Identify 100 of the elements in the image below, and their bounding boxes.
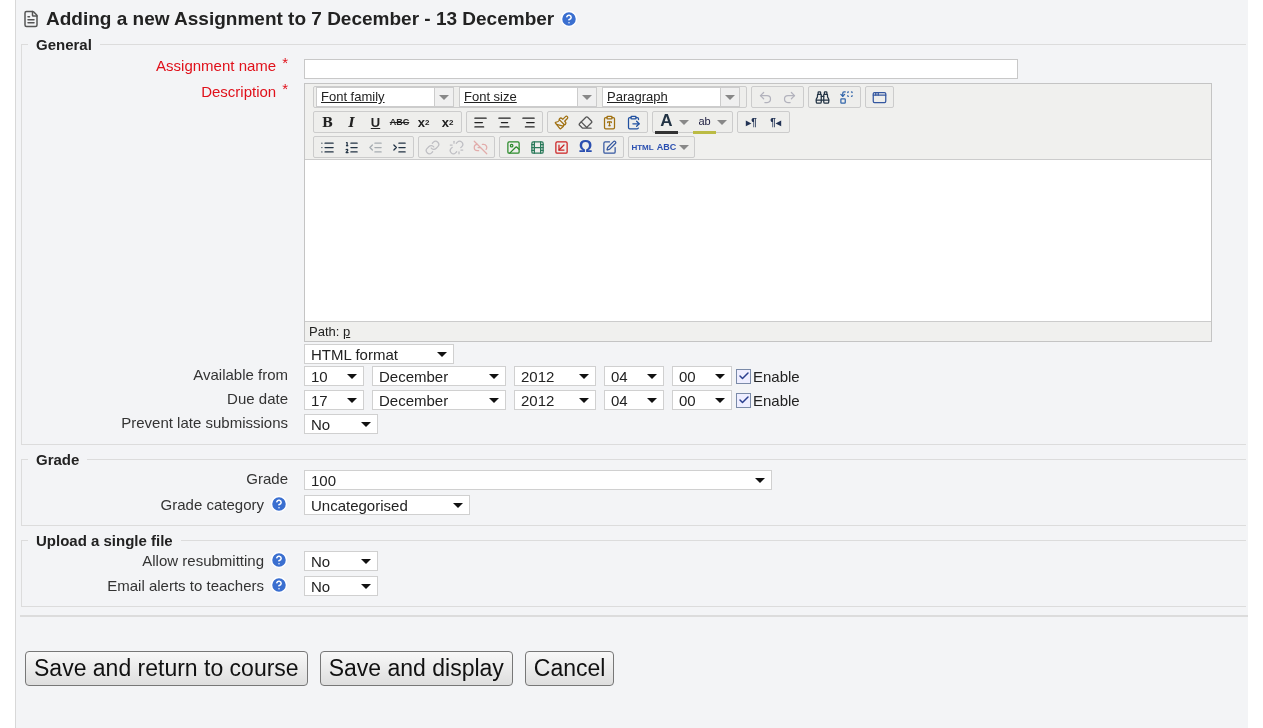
image-icon	[506, 139, 521, 155]
field-label: Prevent late submissions	[121, 414, 288, 431]
unlink-icon	[449, 139, 464, 155]
bold-button[interactable]: B	[316, 112, 339, 132]
spellcheck-button[interactable]: ABC	[655, 137, 678, 157]
caret-icon	[489, 373, 499, 379]
italic-button[interactable]: I	[340, 112, 363, 132]
eraser-icon	[578, 114, 593, 130]
caret-icon	[579, 373, 589, 379]
form-button[interactable]: Save and return to course	[25, 651, 308, 686]
caret-icon[interactable]	[717, 119, 727, 125]
bullet-list-icon	[320, 139, 335, 155]
redo-icon	[782, 89, 797, 105]
field-label: Assignment name	[156, 57, 277, 74]
clipboard-icon	[626, 114, 641, 130]
indent-icon	[392, 139, 407, 155]
checkbox-label: Enable	[753, 367, 800, 385]
input-field[interactable]	[304, 59, 1018, 79]
window-icon	[872, 89, 887, 105]
option-select[interactable]: No	[304, 551, 378, 571]
direction-button[interactable]: ¶◂	[764, 112, 787, 132]
year-select[interactable]: 2012	[514, 390, 596, 410]
caret-icon	[647, 397, 657, 403]
month-select[interactable]: December	[372, 366, 506, 386]
format-select[interactable]: HTML format	[304, 344, 454, 364]
field-label: Grade	[246, 470, 288, 487]
field-label: Allow resubmitting	[142, 551, 264, 569]
replace-icon	[839, 89, 854, 105]
paintbrush-icon	[554, 114, 569, 130]
field-label: Email alerts to teachers	[107, 576, 264, 594]
document-icon	[22, 10, 40, 28]
path-text: Path: p	[309, 324, 351, 339]
form-button[interactable]: Save and display	[319, 651, 513, 686]
required-mark: *	[282, 80, 288, 97]
link-icon	[425, 139, 440, 155]
option-select[interactable]: No	[304, 576, 378, 596]
superscript-button[interactable]: x$^{2}$	[436, 112, 459, 132]
caret-icon	[579, 397, 589, 403]
numbered-list-icon	[344, 139, 359, 155]
hour-select[interactable]: 04	[604, 390, 664, 410]
highlight-button[interactable]: ab	[693, 110, 716, 134]
caret-icon	[715, 373, 725, 379]
binoculars-icon	[815, 89, 830, 105]
section-legend: General	[28, 36, 100, 53]
caret-icon[interactable]	[679, 119, 689, 125]
caret-icon	[715, 397, 725, 403]
field-label: Grade category	[160, 495, 264, 513]
caret-icon	[361, 558, 371, 564]
caret-icon	[647, 373, 657, 379]
help-icon[interactable]	[270, 576, 288, 594]
broken-link-icon	[473, 139, 488, 155]
caret-icon	[347, 397, 357, 403]
required-mark: *	[282, 54, 288, 71]
film-icon	[530, 139, 545, 155]
help-icon[interactable]	[560, 10, 579, 28]
caret-icon	[453, 502, 463, 508]
minute-select[interactable]: 00	[672, 390, 732, 410]
toolbar-dropdown[interactable]: Paragraph	[602, 87, 740, 107]
caret-icon	[361, 583, 371, 589]
toolbar-dropdown[interactable]: Font family	[316, 87, 454, 107]
minute-select[interactable]: 00	[672, 366, 732, 386]
hour-select[interactable]: 04	[604, 366, 664, 386]
direction-button[interactable]: ▸¶	[740, 112, 763, 132]
year-select[interactable]: 2012	[514, 366, 596, 386]
help-icon[interactable]	[270, 495, 288, 513]
caret-icon	[755, 477, 765, 483]
caret-icon	[361, 421, 371, 427]
enable-checkbox[interactable]	[736, 368, 751, 384]
caret-icon	[489, 397, 499, 403]
section-legend: Upload a single file	[28, 532, 181, 549]
enable-checkbox[interactable]	[736, 392, 751, 408]
align-right-icon	[521, 114, 536, 130]
field-label: Due date	[227, 390, 288, 407]
help-icon[interactable]	[270, 551, 288, 569]
underline-button[interactable]: U	[364, 112, 387, 132]
caret-icon	[347, 373, 357, 379]
align-center-icon	[497, 114, 512, 130]
form-button[interactable]: Cancel	[524, 651, 615, 686]
caret-icon	[437, 351, 447, 357]
special-character-button[interactable]: Ω	[574, 137, 597, 157]
caret-icon[interactable]	[679, 144, 689, 150]
html-button[interactable]: HTML	[631, 137, 654, 157]
late-select[interactable]: No	[304, 414, 378, 434]
field-label: Description	[201, 83, 277, 100]
section-legend: Grade	[28, 451, 88, 468]
option-select[interactable]: 100	[304, 470, 772, 490]
text-color-button[interactable]: A	[655, 110, 678, 134]
undo-icon	[758, 89, 773, 105]
option-select[interactable]: Uncategorised	[304, 495, 470, 515]
clipboard-text-icon	[602, 114, 617, 130]
outdent-icon	[368, 139, 383, 155]
align-left-icon	[473, 114, 488, 130]
month-select[interactable]: December	[372, 390, 506, 410]
strikethrough-button[interactable]: ABC	[388, 112, 411, 132]
checkbox-label: Enable	[753, 391, 800, 409]
page-title: Adding a new Assignment to 7 December - 13 December	[46, 8, 555, 30]
day-select[interactable]: 17	[304, 390, 364, 410]
field-label: Available from	[193, 366, 288, 383]
toolbar-dropdown[interactable]: Font size	[459, 87, 597, 107]
day-select[interactable]: 10	[304, 366, 364, 386]
